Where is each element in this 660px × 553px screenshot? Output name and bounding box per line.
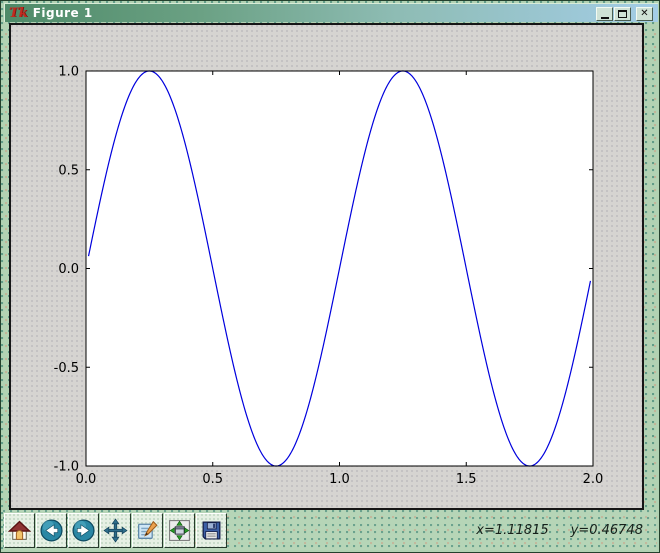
sine-plot: 0.00.51.01.52.0-1.0-0.50.00.51.0 <box>11 25 642 508</box>
tk-logo-icon: Tk <box>9 7 28 20</box>
close-icon: ✕ <box>640 9 648 19</box>
y-tick-label: 1.0 <box>58 65 79 80</box>
back-button[interactable] <box>36 513 67 548</box>
figure-canvas[interactable]: 0.00.51.01.52.0-1.0-0.50.00.51.0 <box>9 23 644 510</box>
figure-window: Tk Figure 1 ✕ 0.00.51.01.52.0-1.0-0.50.0… <box>0 0 660 553</box>
window-controls: ✕ <box>595 7 653 21</box>
forward-icon <box>71 518 96 543</box>
save-button[interactable] <box>196 513 227 548</box>
y-tick-label: -0.5 <box>54 361 79 376</box>
navigation-toolbar: x=1.11815 y=0.46748 <box>3 510 657 550</box>
pan-button[interactable] <box>100 513 131 548</box>
cursor-coordinates: x=1.11815 y=0.46748 <box>476 510 643 550</box>
home-icon <box>7 518 32 543</box>
x-tick-label: 1.0 <box>329 472 350 487</box>
zoom-to-rect-icon <box>135 518 160 543</box>
maximize-icon <box>618 10 627 18</box>
cursor-x-readout: x=1.11815 <box>476 523 548 538</box>
forward-button[interactable] <box>68 513 99 548</box>
save-icon <box>199 518 224 543</box>
minimize-button[interactable] <box>596 7 613 21</box>
window-title: Figure 1 <box>33 6 93 20</box>
subplots-icon <box>167 518 192 543</box>
x-tick-label: 2.0 <box>583 472 604 487</box>
x-tick-label: 1.5 <box>456 472 477 487</box>
y-tick-label: 0.5 <box>58 163 79 178</box>
close-button[interactable]: ✕ <box>636 7 653 21</box>
back-icon <box>39 518 64 543</box>
y-tick-label: 0.0 <box>58 262 79 277</box>
configure-subplots-button[interactable] <box>164 513 195 548</box>
titlebar[interactable]: Tk Figure 1 ✕ <box>4 3 658 22</box>
x-tick-label: 0.5 <box>202 472 223 487</box>
cursor-y-readout: y=0.46748 <box>571 523 643 538</box>
maximize-button[interactable] <box>614 7 631 21</box>
y-tick-label: -1.0 <box>54 460 79 475</box>
move-icon <box>103 518 128 543</box>
minimize-icon <box>601 17 609 19</box>
zoom-to-rect-button[interactable] <box>132 513 163 548</box>
home-button[interactable] <box>4 513 35 548</box>
